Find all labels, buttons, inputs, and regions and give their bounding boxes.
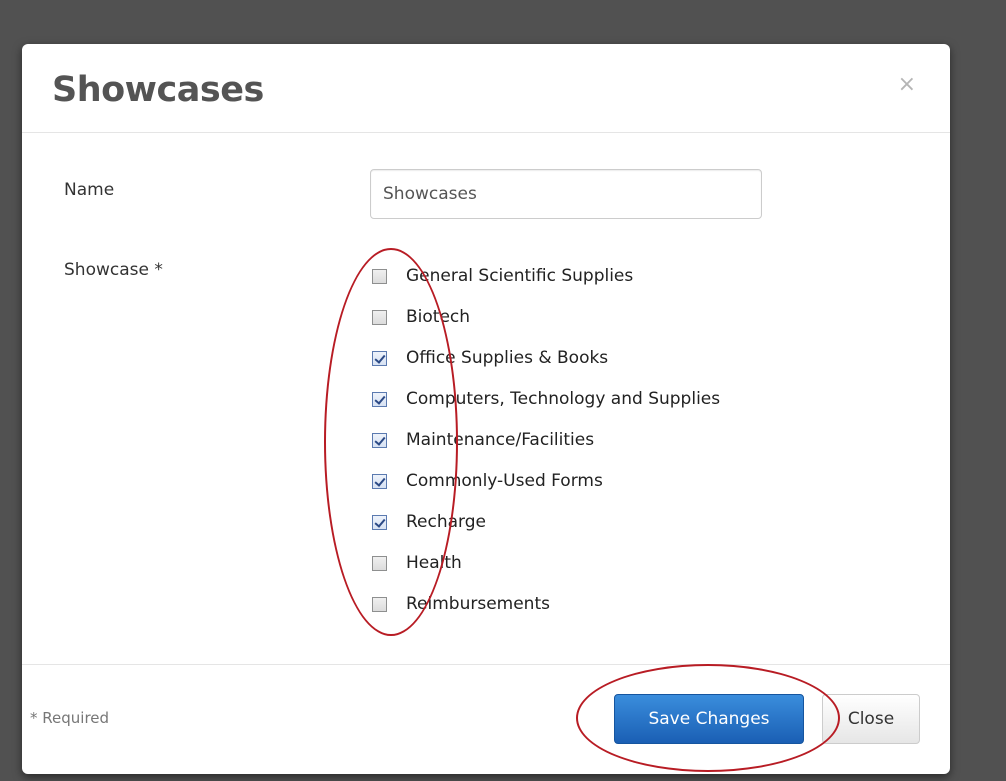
showcase-option[interactable]: Reimbursements [372,592,550,616]
showcase-option[interactable]: Biotech [372,305,470,329]
showcase-option-label: Reimbursements [406,594,550,614]
showcase-option[interactable]: Health [372,551,462,575]
name-input[interactable] [370,169,762,219]
showcase-option-label: Health [406,553,462,573]
checkbox-icon[interactable] [372,473,387,489]
showcase-option-label: Recharge [406,512,486,532]
checkbox-icon[interactable] [372,432,387,448]
modal-header: Showcases × [22,44,950,133]
checkbox-icon[interactable] [372,268,387,284]
showcase-label: Showcase * [64,260,163,280]
showcase-option[interactable]: Maintenance/Facilities [372,428,594,452]
save-changes-button[interactable]: Save Changes [614,694,804,744]
checkbox-icon[interactable] [372,514,387,530]
required-note: * Required [30,709,110,727]
modal-footer [22,664,950,774]
showcase-option-label: Maintenance/Facilities [406,430,595,450]
showcase-option[interactable]: General Scientific Supplies [372,264,633,288]
checkbox-icon[interactable] [372,391,387,407]
showcase-option-label: Office Supplies & Books [406,348,609,368]
showcase-option[interactable]: Recharge [372,510,486,534]
checkbox-icon[interactable] [372,555,387,571]
showcase-option[interactable]: Office Supplies & Books [372,346,608,370]
showcases-modal: Showcases × Name Showcase * General Scie… [22,44,950,774]
showcase-option[interactable]: Computers, Technology and Supplies [372,387,720,411]
close-icon[interactable]: × [898,74,916,96]
showcase-option[interactable]: Commonly-Used Forms [372,469,603,493]
close-button[interactable]: Close [822,694,920,744]
checkbox-icon[interactable] [372,350,387,366]
showcase-option-label: Biotech [406,307,471,327]
showcase-option-label: Commonly-Used Forms [406,471,603,491]
checkbox-icon[interactable] [372,596,387,612]
modal-title: Showcases [52,70,264,110]
checkbox-icon[interactable] [372,309,387,325]
name-label: Name [64,180,115,200]
showcase-option-label: Computers, Technology and Supplies [406,389,721,409]
showcase-option-label: General Scientific Supplies [406,266,634,286]
